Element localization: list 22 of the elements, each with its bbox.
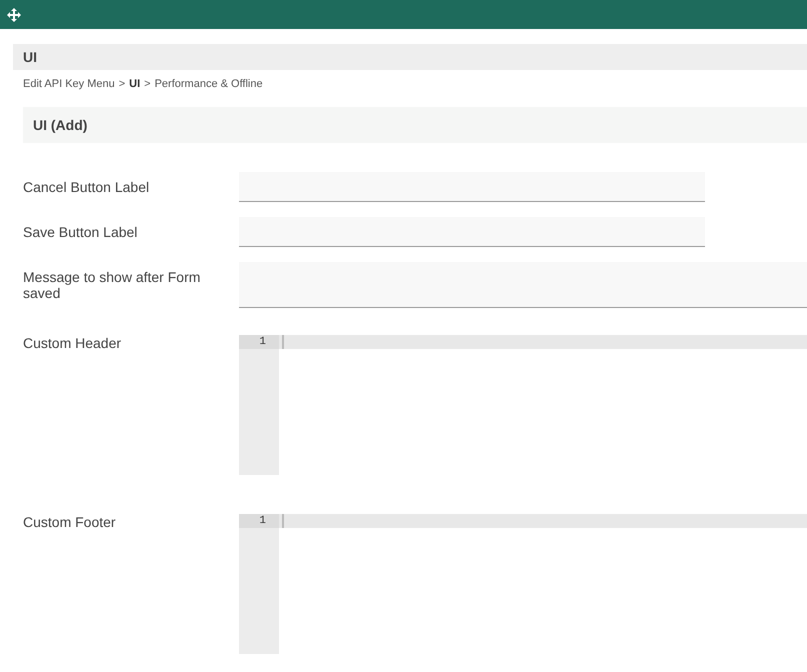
text-field[interactable] [239, 172, 705, 202]
text-cursor [282, 514, 284, 528]
text-area[interactable] [239, 262, 807, 308]
code-editor[interactable]: 1 [239, 514, 807, 654]
breadcrumb-link[interactable]: Edit API Key Menu [23, 76, 115, 92]
breadcrumb-link[interactable]: Performance & Offline [154, 76, 263, 92]
text-cursor [282, 335, 284, 349]
field-label: Save Button Label [23, 224, 138, 240]
field-label: Custom Footer [23, 514, 117, 530]
section-title: UI (Add) [33, 116, 88, 135]
move-icon[interactable] [7, 8, 21, 22]
code-editor[interactable]: 1 [239, 335, 807, 475]
field-label: Cancel Button Label [23, 179, 150, 195]
breadcrumb-current: UI [129, 76, 140, 92]
field-label: Message to show after Form saved [23, 269, 202, 301]
line-number: 1 [239, 514, 279, 528]
page-title: UI [23, 48, 37, 66]
breadcrumb-separator: > [144, 76, 151, 92]
line-number: 1 [239, 335, 279, 349]
field-label: Custom Header [23, 335, 122, 351]
text-field[interactable] [239, 217, 705, 247]
breadcrumb-separator: > [118, 76, 126, 92]
